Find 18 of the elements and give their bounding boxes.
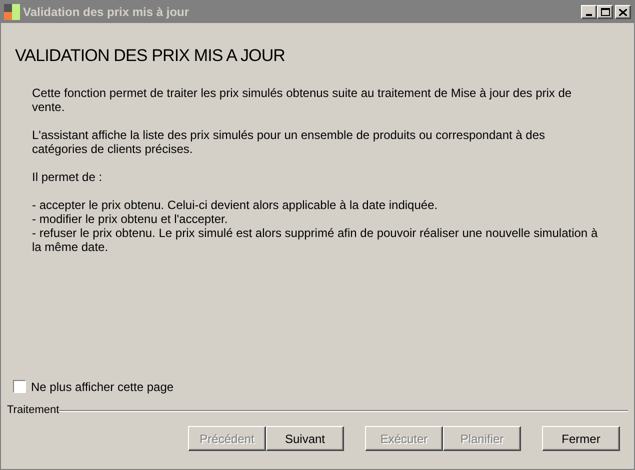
description-text: L'assistant affiche la liste des prix simulés pour un ensemble de produits ou correspondant à des catégories de clients précises. (32, 128, 546, 156)
close-button[interactable] (615, 5, 631, 19)
close-icon (619, 8, 627, 16)
description-text: Cette fonction permet de traiter les prix simulés obtenus suite au traitement de Mise à jour des prix de vente. (32, 86, 573, 114)
app-icon (4, 4, 20, 20)
dialog-button[interactable]: Fermer (542, 426, 620, 451)
list-item: - modifier le prix obtenu et l'accepter. (32, 212, 229, 226)
list-item: - accepter le prix obtenu. Celui-ci devient alors applicable à la date indiquée. (32, 198, 439, 212)
window-title: Validation des prix mis à jour (23, 4, 190, 21)
description-text: Il permet de : (32, 170, 104, 184)
list-item: - refuser le prix obtenu. Le prix simulé est alors supprimé afin de pouvoir réaliser une nouvelle simulation à la même date. (32, 226, 599, 254)
checkbox[interactable] (13, 380, 26, 393)
dialog-button[interactable]: Suivant (266, 426, 344, 451)
page-heading: VALIDATION DES PRIX MIS A JOUR (15, 45, 286, 67)
minimize-button[interactable] (581, 5, 597, 19)
group-label: Traitement (7, 402, 60, 418)
maximize-button[interactable] (597, 5, 613, 19)
checkbox-label: Ne plus afficher cette page (31, 378, 174, 396)
